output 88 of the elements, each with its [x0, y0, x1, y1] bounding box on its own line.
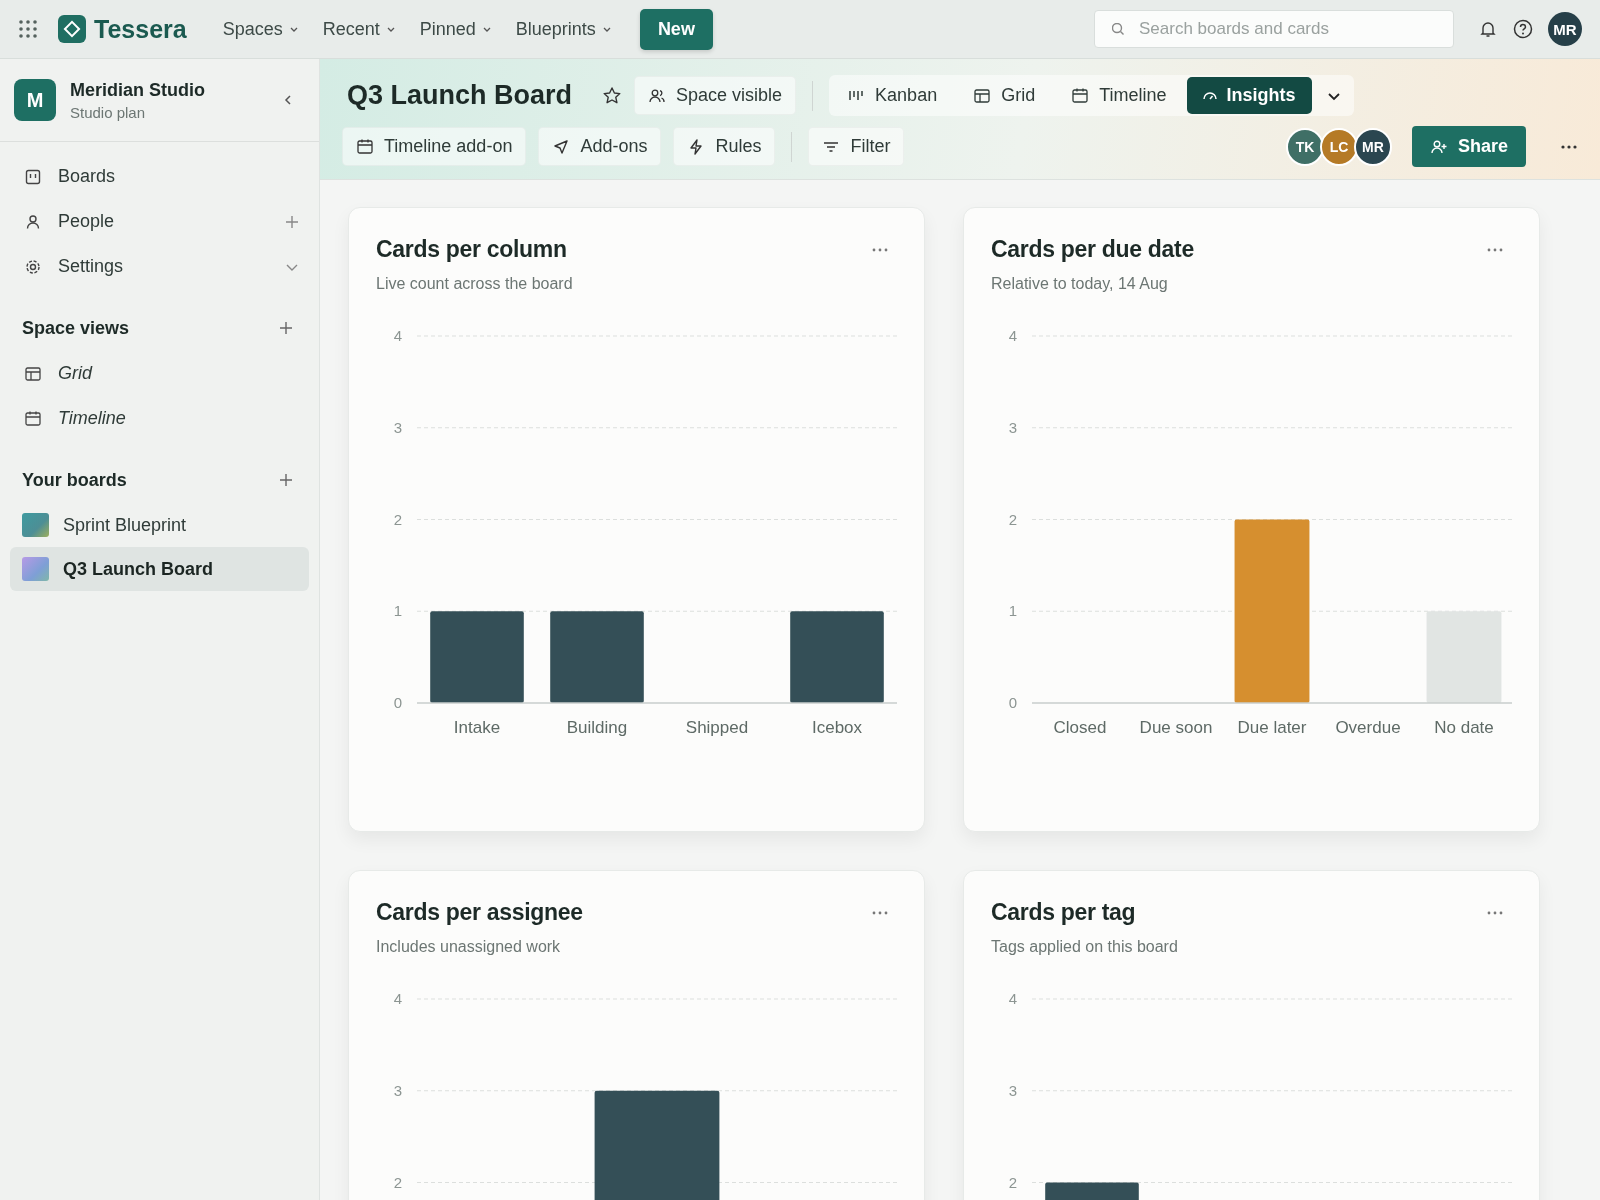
share-button[interactable]: Share: [1411, 126, 1526, 167]
member-avatar[interactable]: TK: [1285, 127, 1324, 166]
board-swatch: [22, 513, 49, 537]
axis-tick-label: 3: [1008, 418, 1018, 436]
card-title: Cards per column: [376, 236, 567, 263]
view-tab[interactable]: Grid: [957, 77, 1052, 114]
axis-tick-label: 3: [1008, 1081, 1018, 1099]
card-subtitle: Includes unassigned work: [376, 938, 562, 956]
axis-tick-label: 2: [1008, 510, 1018, 528]
axis-tick-label: 2: [1008, 1173, 1018, 1191]
logo-icon: [58, 15, 86, 43]
axis-category-label: Due later: [1237, 718, 1307, 737]
workspace-avatar: M: [14, 79, 56, 121]
toolbar-button[interactable]: Add-ons: [538, 127, 662, 166]
axis-tick-label: 4: [393, 327, 403, 344]
person-icon: [24, 212, 42, 231]
user-avatar[interactable]: MR: [1548, 12, 1582, 46]
menu-dropdown[interactable]: Spaces: [214, 12, 307, 46]
axis-tick-label: 1: [393, 602, 403, 620]
axis-category-label: Icebox: [811, 718, 863, 737]
toolbar-button[interactable]: Rules: [673, 127, 776, 166]
apps-icon[interactable]: [18, 19, 38, 39]
axis-tick-label: 1: [1008, 602, 1018, 620]
workspace-name: Meridian Studio: [70, 79, 206, 101]
board-item[interactable]: Sprint Blueprint: [10, 503, 309, 547]
plus-icon[interactable]: [279, 473, 293, 487]
plus-icon[interactable]: [279, 321, 293, 335]
axis-tick-label: 4: [1008, 990, 1018, 1007]
toolbar-button[interactable]: Filter: [808, 127, 905, 166]
gauge-icon: [1202, 91, 1217, 100]
card-title: Cards per assignee: [376, 899, 583, 926]
axis-tick-label: 3: [393, 418, 403, 436]
card-subtitle: Relative to today, 14 Aug: [991, 275, 1169, 293]
card-subtitle: Live count across the board: [376, 275, 574, 293]
axis-tick-label: 4: [1008, 327, 1018, 344]
card-title: Cards per tag: [991, 899, 1136, 926]
axis-tick-label: 2: [393, 510, 403, 528]
axis-category-label: Shipped: [685, 718, 749, 737]
board-title: Q3 Launch Board: [347, 80, 573, 111]
axis-category-label: Closed: [1053, 718, 1107, 737]
sidebar-item[interactable]: Boards: [58, 166, 299, 187]
grid-icon: [973, 86, 992, 105]
axis-tick-label: 3: [393, 1081, 403, 1099]
menu-dropdown[interactable]: Pinned: [411, 12, 500, 46]
board-swatch: [22, 557, 49, 581]
search-icon: [1112, 23, 1124, 35]
sidebar-item[interactable]: Settings: [58, 256, 269, 277]
plus-icon[interactable]: [285, 214, 299, 229]
bell-icon[interactable]: [1478, 19, 1498, 39]
calendar-icon: [24, 409, 42, 428]
axis-tick-label: 0: [1008, 694, 1018, 711]
calendar-icon: [1071, 86, 1090, 105]
menu-dropdown[interactable]: Recent: [314, 12, 404, 46]
axis-category-label: Building: [566, 718, 628, 737]
more-icon[interactable]: [1560, 143, 1578, 150]
grid-icon: [24, 364, 42, 383]
board-icon: [24, 167, 42, 186]
member-avatar[interactable]: LC: [1319, 127, 1358, 166]
calendar-icon: [356, 137, 374, 156]
section-title: Your boards: [22, 469, 127, 491]
axis-tick-label: 4: [393, 990, 403, 1007]
sidebar-item[interactable]: Grid: [58, 363, 299, 384]
sidebar-item[interactable]: Timeline: [58, 408, 299, 429]
view-tab[interactable]: Insights: [1186, 77, 1312, 114]
axis-category-label: No date: [1434, 718, 1494, 737]
board-item[interactable]: Q3 Launch Board: [10, 547, 309, 591]
star-icon[interactable]: [602, 85, 623, 106]
axis-category-label: Intake: [453, 718, 501, 737]
card-subtitle: Tags applied on this board: [991, 938, 1179, 956]
axis-category-label: Overdue: [1335, 718, 1401, 737]
member-avatar[interactable]: MR: [1353, 127, 1392, 166]
card-title: Cards per due date: [991, 236, 1194, 263]
visibility-button[interactable]: Space visible: [634, 76, 797, 115]
menu-dropdown[interactable]: Blueprints: [507, 12, 620, 46]
help-icon[interactable]: [1512, 18, 1534, 40]
axis-tick-label: 0: [393, 694, 403, 711]
search-field[interactable]: Search boards and cards: [1094, 10, 1454, 48]
view-tab[interactable]: Timeline: [1055, 77, 1183, 114]
section-title: Space views: [22, 317, 130, 339]
view-tab[interactable]: Kanban: [831, 77, 954, 114]
new-button[interactable]: New: [639, 8, 713, 50]
axis-category-label: Due soon: [1139, 718, 1213, 737]
toolbar-button[interactable]: Timeline add-on: [342, 127, 527, 166]
axis-tick-label: 2: [393, 1173, 403, 1191]
logo-text: Tessera: [94, 14, 187, 44]
sidebar-item[interactable]: People: [58, 211, 269, 232]
send-icon: [552, 137, 571, 156]
workspace-plan: Studio plan: [70, 103, 147, 121]
